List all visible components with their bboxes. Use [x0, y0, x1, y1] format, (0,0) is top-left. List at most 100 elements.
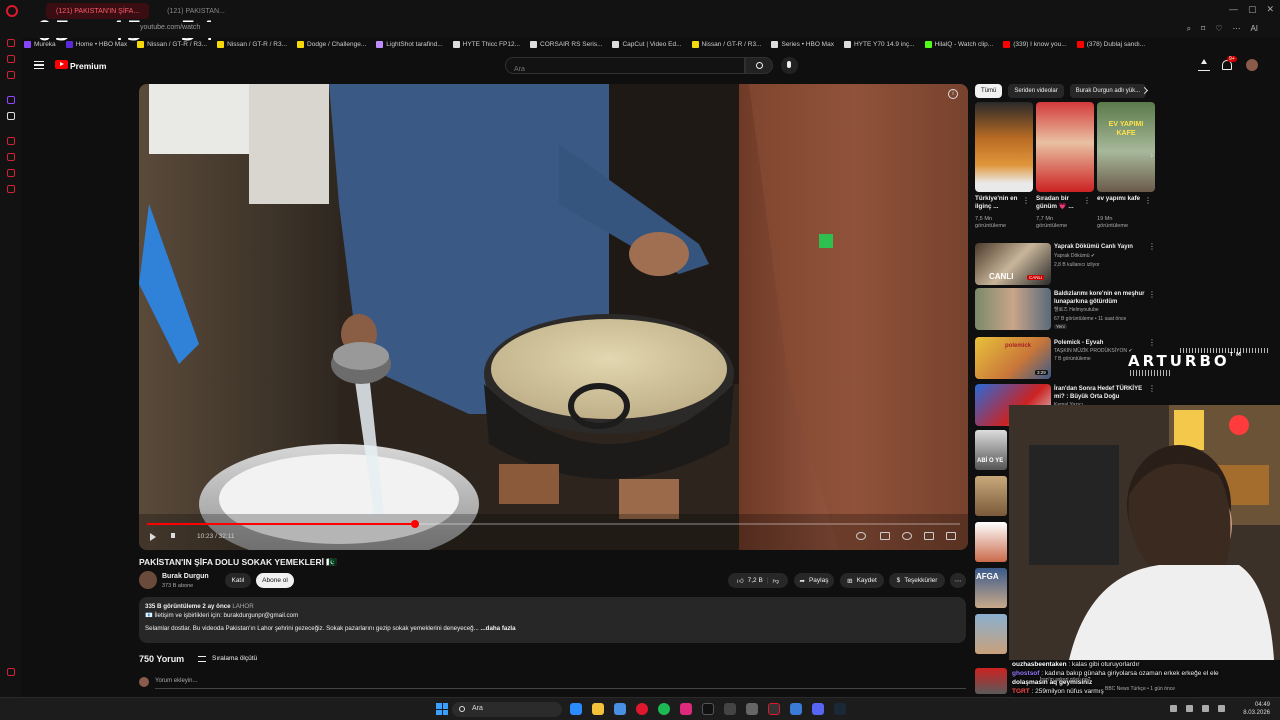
rec-menu-icon-3[interactable]: ⋮ — [1148, 338, 1156, 347]
bookmark-item[interactable]: Nissan / GT-R / R3... — [137, 41, 207, 49]
ai-icon[interactable]: AI — [1250, 24, 1258, 34]
tray-battery-icon[interactable] — [1218, 705, 1225, 712]
taskbar-spotify-icon[interactable] — [658, 703, 670, 715]
rec-title-4[interactable]: İran'dan Sonra Hedef TÜRKİYE mi? : Büyük… — [1054, 385, 1146, 401]
rec-thumbnail-10[interactable] — [975, 668, 1007, 694]
sort-button[interactable]: Sıralama ölçütü — [212, 655, 257, 662]
taskbar-discord-icon[interactable] — [812, 703, 824, 715]
filter-chip[interactable]: Burak Durgun adlı yük... — [1069, 84, 1147, 98]
short-title-3[interactable]: ev yapımı kafe — [1097, 195, 1145, 203]
rec-menu-icon-2[interactable]: ⋮ — [1148, 290, 1156, 299]
bookmark-item[interactable]: (378) Dublaj sandı... — [1076, 41, 1145, 49]
tray-volume-icon[interactable] — [1202, 705, 1209, 712]
rec-thumbnail-3[interactable]: polemick 3:29 — [975, 337, 1051, 379]
chat-username[interactable]: TGRT — [1012, 688, 1030, 695]
short-title-1[interactable]: Türkiye'nin en ilginç ... — [975, 195, 1023, 211]
bookmark-item[interactable]: LightShot tarafind... — [376, 41, 443, 49]
rec-thumbnail-9[interactable] — [975, 614, 1007, 654]
video-player[interactable] — [139, 84, 968, 550]
zoom-icon[interactable]: ⌕ — [1187, 24, 1191, 34]
autoplay-toggle-icon[interactable] — [856, 532, 866, 540]
sidebar-twitch-icon[interactable] — [7, 96, 15, 104]
show-more-link[interactable]: ...daha fazla — [481, 625, 516, 632]
close-icon[interactable]: ✕ — [1266, 4, 1274, 15]
fullscreen-icon[interactable] — [946, 532, 956, 540]
rec-thumbnail-1[interactable]: CANLI CANLI — [975, 243, 1051, 285]
taskbar-opera-icon[interactable] — [636, 703, 648, 715]
bookmark-item[interactable]: Nissan / GT-R / R3... — [217, 41, 287, 49]
description-box[interactable]: 335 B görüntüleme 2 ay önce LAHOR 📧 İlet… — [139, 597, 966, 643]
short-thumbnail-1[interactable] — [975, 102, 1033, 192]
create-icon[interactable] — [1198, 59, 1210, 71]
shorts-next-icon[interactable]: › — [1150, 150, 1153, 161]
join-button[interactable]: Katıl — [225, 573, 251, 588]
bookmark-item[interactable]: CORSAIR RS Seris... — [530, 41, 602, 49]
rec-title-1[interactable]: Yaprak Dökümü Canlı Yayın — [1054, 243, 1146, 251]
sidebar-x-icon[interactable] — [7, 112, 15, 120]
taskbar-steam-icon[interactable] — [724, 703, 736, 715]
bookmark-item[interactable]: (339) I know you... — [1003, 41, 1067, 49]
rec-thumbnail-8[interactable]: AFGA — [975, 568, 1007, 608]
thumbs-down-icon[interactable]: 👎︎ — [773, 577, 780, 585]
chat-username[interactable]: ghostsof — [1012, 670, 1039, 677]
rec-menu-icon-1[interactable]: ⋮ — [1148, 242, 1156, 251]
bookmark-icon[interactable]: ⌑ — [1201, 24, 1205, 34]
rec-title-2[interactable]: Baldızlarımı kore'nin en meşhur lunapark… — [1054, 290, 1146, 306]
chat-username[interactable]: ouzhasbeentaken — [1012, 661, 1067, 668]
taskbar-explorer-icon[interactable] — [592, 703, 604, 715]
chat-username[interactable]: dolaşmasın aq geymisiniz — [1012, 679, 1092, 686]
sidebar-instagram-icon[interactable] — [7, 71, 15, 79]
sidebar-messenger-icon[interactable] — [7, 39, 15, 47]
bookmark-item[interactable]: Nissan / GT-R / R3... — [691, 41, 761, 49]
bookmark-item[interactable]: HYTE Y70 14.9 inç... — [843, 41, 915, 49]
location-tag[interactable]: LAHOR — [232, 603, 253, 610]
extensions-icon[interactable]: ⋯ — [1232, 24, 1240, 34]
taskbar-search[interactable]: Ara — [452, 702, 562, 717]
bookmark-item[interactable]: HilalQ - Watch clip... — [924, 41, 993, 49]
taskbar-misc-icon[interactable] — [746, 703, 758, 715]
youtube-brand[interactable]: Premium — [70, 61, 106, 71]
sidebar-settings-icon[interactable] — [7, 185, 15, 193]
search-input[interactable] — [506, 62, 744, 77]
taskbar-clock[interactable]: 04:49 8.03.2026 — [1243, 701, 1270, 717]
rec-channel-1[interactable]: Yaprak Dökümü ✔ — [1054, 253, 1149, 259]
taskbar-vpn-icon[interactable] — [790, 703, 802, 715]
filter-chip[interactable]: Seriden videolar — [1008, 84, 1064, 98]
windows-start-icon[interactable] — [436, 703, 448, 715]
taskbar-app-icon[interactable] — [614, 703, 626, 715]
share-button[interactable]: ➦ Paylaş — [794, 573, 834, 588]
short-menu-icon-2[interactable]: ⋮ — [1083, 196, 1091, 205]
opera-logo-icon[interactable] — [6, 5, 18, 17]
minimize-icon[interactable]: — — [1229, 4, 1238, 15]
play-icon[interactable] — [150, 533, 156, 541]
thanks-button[interactable]: $ Teşekkürler — [889, 573, 945, 588]
subtitles-icon[interactable] — [880, 532, 890, 540]
youtube-logo-icon[interactable] — [55, 60, 68, 69]
heart-icon[interactable]: ♡ — [1215, 24, 1222, 34]
rec-menu-icon-4[interactable]: ⋮ — [1148, 384, 1156, 393]
rec-title-3[interactable]: Polemick - Eyvah — [1054, 339, 1146, 347]
short-menu-icon-1[interactable]: ⋮ — [1022, 196, 1030, 205]
short-menu-icon-3[interactable]: ⋮ — [1144, 196, 1152, 205]
bookmark-item[interactable]: Dodge / Challenge... — [297, 41, 366, 49]
bookmark-item[interactable]: CapCut | Video Ed... — [612, 41, 682, 49]
taskbar-tiktok-icon[interactable] — [702, 703, 714, 715]
channel-avatar[interactable] — [139, 571, 157, 589]
settings-icon[interactable] — [902, 532, 912, 540]
more-actions-icon[interactable]: ⋯ — [950, 573, 966, 588]
tray-network-icon[interactable] — [1186, 705, 1193, 712]
short-title-2[interactable]: Sıradan bir günüm 💗 ... — [1036, 195, 1084, 211]
sidebar-whatsapp-icon[interactable] — [7, 55, 15, 63]
sidebar-bookmarks-icon[interactable] — [7, 169, 15, 177]
sort-icon[interactable] — [198, 656, 206, 662]
sidebar-more-icon[interactable] — [7, 668, 15, 676]
sidebar-downloads-icon[interactable] — [7, 153, 15, 161]
tray-chevron-icon[interactable] — [1170, 705, 1177, 712]
rec-channel-2[interactable]: 헬로즈 Helmyoutube — [1054, 307, 1149, 313]
rec-thumbnail-5[interactable]: ABİ O YE — [975, 430, 1007, 470]
taskbar-steam2-icon[interactable] — [834, 703, 846, 715]
voice-search-button[interactable] — [781, 57, 798, 74]
bookmark-item[interactable]: Series • HBO Max — [771, 41, 834, 49]
short-thumbnail-3[interactable]: EV YAPIMI KAFE — [1097, 102, 1155, 192]
like-button[interactable]: 👍︎ 7,2 B | 👎︎ — [728, 573, 788, 588]
